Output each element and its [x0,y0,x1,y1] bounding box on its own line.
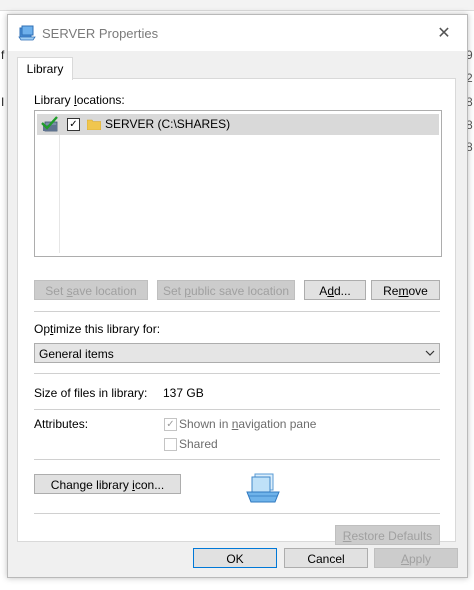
background-char: I [1,95,5,109]
window-title: SERVER Properties [42,26,159,41]
close-icon: ✕ [437,25,451,42]
background-char: f [1,48,5,62]
shown-in-navigation-label: Shown in navigation pane [179,417,317,431]
divider [34,373,440,374]
add-location-button[interactable]: Add... [304,280,366,300]
library-panel: Library locations: ✓ SERVER (C:\SHARES) … [17,78,456,545]
optimize-selected-value: General items [39,347,114,361]
library-locations-list[interactable]: ✓ SERVER (C:\SHARES) [34,110,442,257]
apply-button[interactable]: Apply [374,548,458,568]
library-locations-label: Library locations: [34,93,125,107]
remove-location-button[interactable]: Remove [371,280,440,300]
properties-dialog: SERVER Properties ✕ Library Library loca… [7,14,468,578]
shown-in-navigation-checkbox[interactable]: ✓ [164,418,177,431]
size-label: Size of files in library: [34,386,148,400]
divider [34,311,440,312]
attributes-label: Attributes: [34,417,89,431]
divider [34,409,440,410]
list-item[interactable]: ✓ SERVER (C:\SHARES) [37,114,439,135]
library-large-icon [246,473,280,503]
tab-label: Library [26,62,64,76]
set-save-location-button[interactable]: Set save location [34,280,148,300]
close-button[interactable]: ✕ [421,15,467,51]
location-checkbox[interactable]: ✓ [67,118,80,131]
tab-library[interactable]: Library [17,57,73,80]
title-bar[interactable]: SERVER Properties ✕ [8,15,467,51]
divider [34,459,440,460]
location-label: SERVER (C:\SHARES) [105,117,231,131]
optimize-label: Optimize this library for: [34,322,161,336]
shared-checkbox[interactable] [164,438,177,451]
optimize-select[interactable]: General items [34,343,440,363]
divider [34,513,440,514]
folder-icon [87,119,101,130]
set-public-save-location-button[interactable]: Set public save location [157,280,295,300]
chevron-down-icon [425,350,435,356]
cancel-button[interactable]: Cancel [284,548,368,568]
restore-defaults-button[interactable]: Restore Defaults [335,525,440,545]
library-icon [18,25,36,41]
size-value: 137 GB [163,386,204,400]
shared-label: Shared [179,437,218,451]
list-divider [59,135,60,253]
ok-button[interactable]: OK [193,548,277,568]
change-library-icon-button[interactable]: Change library icon... [34,474,181,494]
green-check-library-icon [41,116,58,132]
background-window-edge [0,0,474,11]
